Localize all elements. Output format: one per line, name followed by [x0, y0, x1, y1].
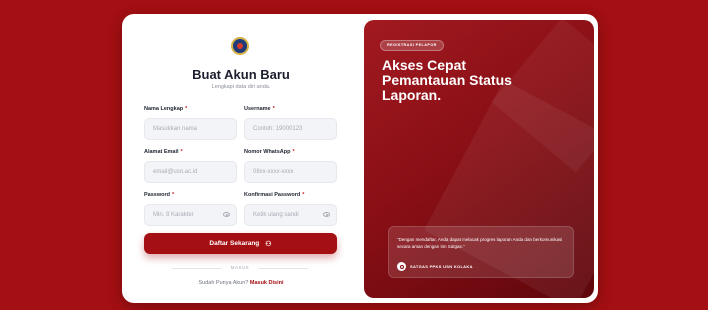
- eye-icon[interactable]: [223, 212, 230, 217]
- university-logo: [231, 37, 249, 55]
- login-prompt-line: Sudah Punya Akun? Masuk Disini: [122, 280, 360, 286]
- email-input[interactable]: email@usn.ac.id: [144, 161, 237, 183]
- quote-card: "Dengan mendaftar, Anda dapat melacak pr…: [388, 226, 574, 278]
- email-placeholder: email@usn.ac.id: [153, 169, 198, 175]
- form-title: Buat Akun Baru: [192, 67, 290, 82]
- confirm-password-placeholder: Ketik ulang sandi: [253, 212, 299, 218]
- confirm-password-input[interactable]: Ketik ulang sandi: [244, 204, 337, 226]
- login-link[interactable]: Masuk Disini: [250, 280, 284, 286]
- confirm-password-label: Konfirmasi Password *: [244, 192, 305, 198]
- full-name-placeholder: Masukkan nama: [153, 126, 198, 132]
- username-label: Username *: [244, 106, 275, 112]
- hero-title: Akses Cepat Pemantauan Status Laporan.: [382, 57, 512, 103]
- whatsapp-input[interactable]: 08xx-xxxx-xxxx: [244, 161, 337, 183]
- full-name-label: Nama Lengkap *: [144, 106, 188, 112]
- password-label: Password *: [144, 192, 175, 198]
- full-name-input[interactable]: Masukkan nama: [144, 118, 237, 140]
- registration-badge: REGISTRASI PELAPOR: [380, 40, 444, 51]
- login-prompt: Sudah Punya Akun?: [198, 280, 249, 286]
- form-subtitle: Lengkapi data diri anda.: [211, 84, 271, 90]
- password-input[interactable]: Min. 8 Karakter: [144, 204, 237, 226]
- divider-left: [172, 268, 222, 269]
- hero-panel: REGISTRASI PELAPOR Akses Cepat Pemantaua…: [364, 20, 594, 298]
- whatsapp-label: Nomor WhatsApp *: [244, 149, 295, 155]
- divider-text: MASUK: [230, 265, 250, 270]
- username-placeholder: Contoh: 19000123: [253, 126, 303, 132]
- password-placeholder: Min. 8 Karakter: [153, 212, 194, 218]
- whatsapp-placeholder: 08xx-xxxx-xxxx: [253, 169, 294, 175]
- username-input[interactable]: Contoh: 19000123: [244, 118, 337, 140]
- divider-right: [258, 268, 308, 269]
- quote-text: "Dengan mendaftar, Anda dapat melacak pr…: [397, 237, 563, 249]
- register-button[interactable]: Daftar Sekarang ⚇: [144, 233, 337, 254]
- shield-icon: [397, 262, 406, 271]
- org-name: SATGAS PPKS USN KOLAKA: [410, 264, 473, 269]
- email-label: Alamat Email *: [144, 149, 183, 155]
- register-button-label: Daftar Sekarang: [209, 240, 260, 247]
- eye-icon[interactable]: [323, 212, 330, 217]
- user-add-icon: ⚇: [265, 240, 272, 248]
